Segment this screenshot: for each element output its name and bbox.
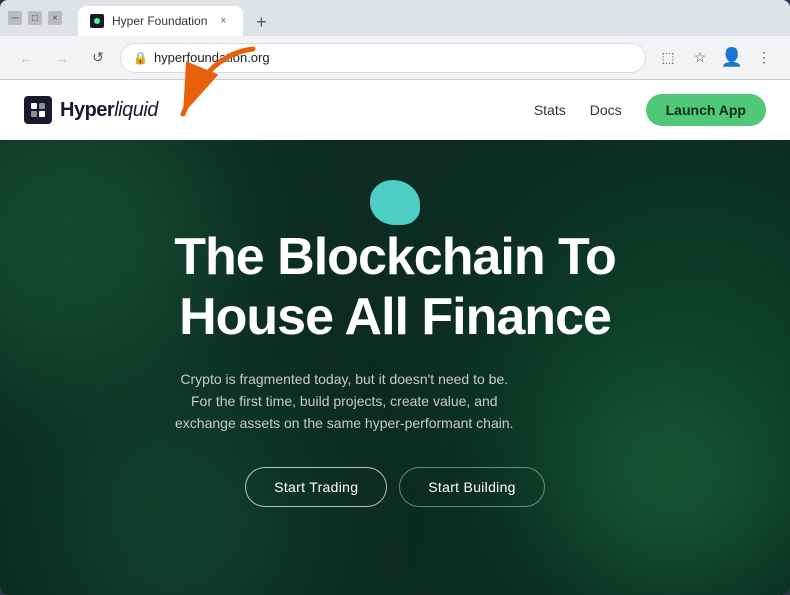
start-building-button[interactable]: Start Building bbox=[399, 467, 544, 507]
active-tab[interactable]: Hyper Foundation × bbox=[78, 6, 243, 36]
tabs-bar: Hyper Foundation × + bbox=[70, 0, 782, 36]
launch-app-button[interactable]: Launch App bbox=[646, 94, 766, 126]
site-nav: Hyperliquid Stats Docs Launch App bbox=[0, 80, 790, 140]
new-tab-button[interactable]: + bbox=[247, 8, 275, 36]
close-button[interactable]: × bbox=[48, 11, 62, 25]
forward-button[interactable]: → bbox=[48, 44, 76, 72]
tab-close-button[interactable]: × bbox=[215, 13, 231, 29]
docs-link[interactable]: Docs bbox=[590, 102, 622, 118]
title-bar: ─ □ × Hyper Foundation × + bbox=[0, 0, 790, 36]
profile-button[interactable]: 👤 bbox=[718, 44, 746, 72]
maximize-button[interactable]: □ bbox=[28, 11, 42, 25]
address-bar-row: ← → ↺ 🔒 hyperfoundation.org ⬚ ☆ 👤 ⋮ bbox=[0, 36, 790, 80]
logo-text: Hyperliquid bbox=[60, 99, 158, 122]
address-bar[interactable]: 🔒 hyperfoundation.org bbox=[120, 43, 646, 73]
logo-icon bbox=[24, 96, 52, 124]
lock-icon: 🔒 bbox=[133, 51, 148, 65]
browser-window: ─ □ × Hyper Foundation × + ← → ↺ 🔒 hyper… bbox=[0, 0, 790, 595]
hero-section: The Blockchain To House All Finance Cryp… bbox=[0, 140, 790, 595]
cast-button[interactable]: ⬚ bbox=[654, 44, 682, 72]
url-text: hyperfoundation.org bbox=[154, 50, 270, 65]
site-logo: Hyperliquid bbox=[24, 96, 158, 124]
refresh-button[interactable]: ↺ bbox=[84, 44, 112, 72]
hero-subtitle: Crypto is fragmented today, but it doesn… bbox=[174, 368, 514, 435]
menu-button[interactable]: ⋮ bbox=[750, 44, 778, 72]
website-content: Hyperliquid Stats Docs Launch App The Bl… bbox=[0, 80, 790, 595]
toolbar-icons: ⬚ ☆ 👤 ⋮ bbox=[654, 44, 778, 72]
minimize-button[interactable]: ─ bbox=[8, 11, 22, 25]
window-controls: ─ □ × bbox=[8, 11, 62, 25]
hero-title: The Blockchain To House All Finance bbox=[174, 228, 615, 348]
bookmark-button[interactable]: ☆ bbox=[686, 44, 714, 72]
stats-link[interactable]: Stats bbox=[534, 102, 566, 118]
teal-decoration bbox=[370, 180, 420, 225]
back-button[interactable]: ← bbox=[12, 44, 40, 72]
tab-title: Hyper Foundation bbox=[112, 14, 207, 28]
nav-links: Stats Docs Launch App bbox=[534, 94, 766, 126]
hero-buttons: Start Trading Start Building bbox=[174, 467, 615, 507]
start-trading-button[interactable]: Start Trading bbox=[245, 467, 387, 507]
hero-content: The Blockchain To House All Finance Cryp… bbox=[174, 228, 615, 507]
tab-favicon bbox=[90, 14, 104, 28]
